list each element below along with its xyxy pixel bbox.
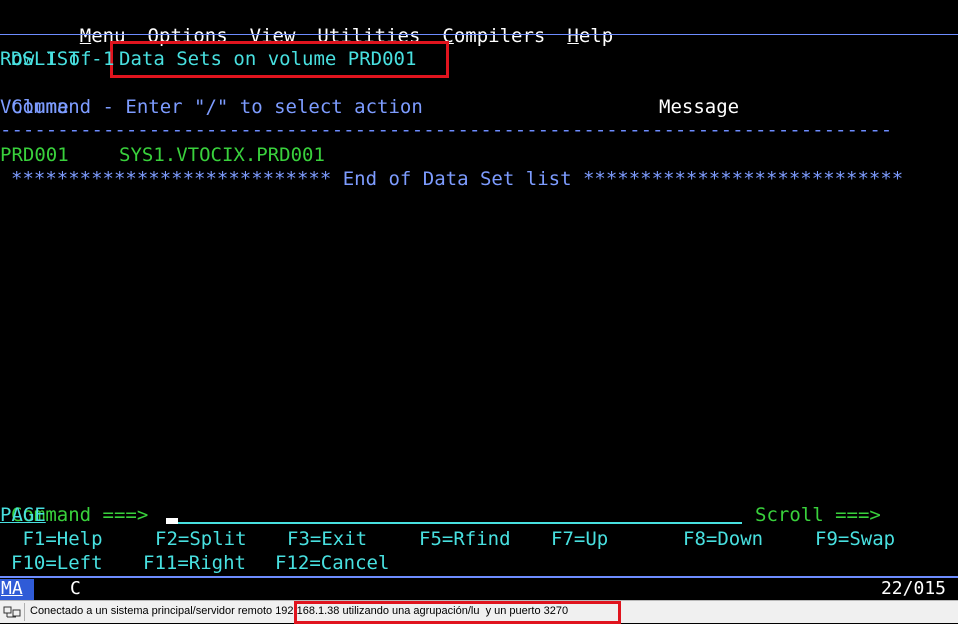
emulator-status-bar: Conectado a un sistema principal/servido… <box>0 600 958 624</box>
scroll-amount-field[interactable]: PAGE <box>0 503 946 527</box>
oia-mode: C <box>70 578 81 599</box>
fkey-f2-split[interactable]: F2=Split <box>155 527 247 551</box>
menu-bar: Menu Options View Utilities Compilers Help <box>34 0 635 47</box>
menu-item-help[interactable]: Help <box>567 25 613 47</box>
column-header-volume: Volume <box>0 96 69 118</box>
terminal-screen: Menu Options View Utilities Compilers Help DS… <box>0 0 958 600</box>
fkey-f3-exit[interactable]: F3=Exit <box>287 527 367 551</box>
menu-divider <box>0 34 958 35</box>
fkey-f9-swap[interactable]: F9=Swap <box>815 527 895 551</box>
row-indicator: Row 1 of 1 <box>0 48 115 70</box>
connection-icon <box>3 606 21 618</box>
header-separator: ----------------------------------------… <box>0 119 893 141</box>
oia-indicator: MA <box>1 578 23 599</box>
menu-item-compilers[interactable]: Compilers <box>442 25 545 47</box>
host-highlight-box <box>294 601 621 624</box>
fkey-f12-cancel[interactable]: F12=Cancel <box>275 551 389 575</box>
dataset-volume: PRD001 <box>0 144 69 166</box>
end-of-list-marker: **************************** End of Data… <box>11 168 904 190</box>
fkey-f8-down[interactable]: F8=Down <box>683 527 763 551</box>
fkey-f10-left[interactable]: F10=Left <box>11 551 103 575</box>
fkey-f7-up[interactable]: F7=Up <box>551 527 608 551</box>
cursor-position: 22/015 <box>880 578 946 599</box>
fkey-f1-help[interactable]: F1=Help <box>11 527 102 551</box>
fkey-f11-right[interactable]: F11=Right <box>143 551 246 575</box>
oia-divider <box>0 576 958 578</box>
connection-status-prefix: Conectado a un sistema principal/servido… <box>30 605 276 617</box>
fkey-f5-rfind[interactable]: F5=Rfind <box>419 527 511 551</box>
statusbar-separator <box>24 603 25 621</box>
